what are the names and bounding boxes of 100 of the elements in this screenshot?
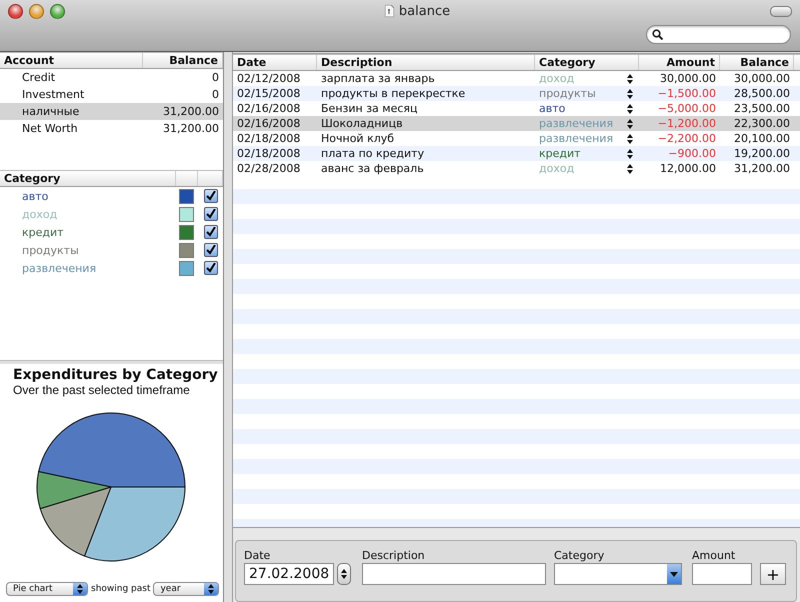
account-balance: 31,200.00	[162, 122, 220, 135]
updown-arrows-icon	[627, 104, 633, 114]
column-header[interactable]: Balance	[143, 53, 223, 68]
date-cell-text: 02/15/2008	[236, 87, 302, 100]
account-name: наличные	[21, 105, 80, 118]
date-field[interactable]: 27.02.2008	[244, 563, 334, 585]
search-icon	[652, 29, 663, 40]
balance-cell-text: 22,300.00	[733, 117, 791, 130]
amount-cell-text: 30,000.00	[659, 72, 717, 85]
transaction-row[interactable]: 02/12/2008 зарплата за январь доход 30,000.00 30,000.00	[233, 71, 800, 86]
account-balance: 31,200.00	[162, 105, 220, 118]
column-header[interactable]: Account	[0, 53, 143, 68]
transaction-row[interactable]: 02/15/2008 продукты в перекрестке продукты −1,500.00 28,500.00	[233, 86, 800, 101]
description-cell-text: плата по кредиту	[320, 147, 426, 160]
minimize-button[interactable]	[29, 4, 44, 18]
amount-cell-text: −5,000.00	[656, 102, 717, 115]
column-header[interactable]: Category	[535, 55, 639, 70]
description-cell-text: продукты в перекрестке	[320, 87, 466, 100]
amount-cell-text: −900.00	[667, 147, 717, 160]
category-checkbox[interactable]	[204, 225, 218, 239]
date-cell-text: 02/18/2008	[236, 132, 302, 145]
column-header[interactable]: Date	[233, 55, 317, 70]
document-icon	[384, 5, 394, 17]
account-row[interactable]: наличные 31,200.00	[0, 103, 223, 120]
category-dropdown[interactable]	[554, 563, 682, 585]
category-checkbox[interactable]	[204, 261, 218, 275]
timeframe-label: showing past	[91, 584, 150, 594]
account-balance: 0	[211, 88, 220, 101]
account-balance: 0	[211, 71, 220, 84]
updown-arrows-icon	[627, 164, 633, 174]
date-cell-text: 02/16/2008	[236, 102, 302, 115]
color-swatch[interactable]	[179, 206, 194, 222]
transaction-row[interactable]: 02/18/2008 Ночной клуб развлечения −2,200.00 20,100.00	[233, 131, 800, 146]
color-swatch[interactable]	[179, 260, 194, 276]
category-name: авто	[21, 190, 50, 202]
updown-arrows-icon	[77, 584, 83, 594]
account-name: Net Worth	[21, 122, 79, 135]
balance-cell-text: 28,500.00	[733, 87, 791, 100]
category-name: развлечения	[21, 262, 98, 274]
description-cell-text: Бензин за месяц	[320, 102, 418, 115]
amount-cell-text: −2,200.00	[656, 132, 717, 145]
color-swatch[interactable]	[179, 188, 194, 204]
description-label: Description	[362, 549, 426, 562]
close-button[interactable]	[8, 4, 23, 18]
updown-arrows-icon	[627, 118, 633, 128]
column-header[interactable]: Description	[317, 55, 535, 70]
category-checkbox[interactable]	[204, 189, 218, 203]
balance-cell-text: 30,000.00	[733, 72, 791, 85]
category-name: доход	[21, 208, 58, 220]
category-label: Category	[554, 549, 606, 562]
transaction-row[interactable]: 02/28/2008 аванс за февраль доход 12,000.00 31,200.00	[233, 161, 800, 176]
amount-cell-text: 12,000.00	[659, 162, 717, 175]
date-cell-text: 02/12/2008	[236, 72, 302, 85]
category-cell[interactable]: авто	[535, 102, 625, 115]
updown-arrows-icon	[208, 584, 214, 594]
balance-cell-text: 19,200.00	[733, 147, 791, 160]
color-swatch[interactable]	[179, 224, 194, 240]
date-stepper[interactable]	[337, 563, 351, 585]
transaction-row[interactable]: 02/16/2008 Шоколадницв развлечения −1,200.00 22,300.00	[233, 116, 800, 131]
date-label: Date	[244, 549, 272, 562]
description-cell-text: Ночной клуб	[320, 132, 396, 145]
category-checkbox[interactable]	[204, 207, 218, 221]
updown-arrows-icon	[627, 88, 633, 98]
color-swatch[interactable]	[179, 242, 194, 258]
balance-cell-text: 31,200.00	[733, 162, 791, 175]
updown-arrows-icon	[627, 134, 633, 144]
category-name: кредит	[21, 226, 65, 238]
account-name: Investment	[21, 88, 86, 101]
zoom-button[interactable]	[50, 4, 65, 18]
date-cell-text: 02/16/2008	[236, 117, 302, 130]
amount-cell-text: −1,500.00	[656, 87, 717, 100]
description-cell-text: зарплата за январь	[320, 72, 436, 85]
amount-label: Amount	[692, 549, 736, 562]
category-cell[interactable]: продукты	[535, 87, 625, 100]
amount-field[interactable]	[692, 563, 752, 585]
search-field[interactable]	[646, 25, 791, 44]
category-checkbox[interactable]	[204, 243, 218, 257]
window-title: balance	[398, 4, 450, 18]
description-field[interactable]	[362, 563, 546, 585]
period-dropdown[interactable]: year	[153, 582, 220, 596]
toolbar-toggle-button[interactable]	[770, 6, 792, 16]
transaction-row[interactable]: 02/18/2008 плата по кредиту кредит −900.00 19,200.00	[233, 146, 800, 161]
add-button[interactable]: +	[760, 563, 786, 585]
transaction-row[interactable]: 02/16/2008 Бензин за месяц авто −5,000.00 23,500.00	[233, 101, 800, 116]
date-cell-text: 02/28/2008	[236, 162, 302, 175]
column-header[interactable]: Amount	[639, 55, 720, 70]
updown-arrows-icon	[627, 74, 633, 84]
account-name: Credit	[21, 71, 56, 84]
category-name: продукты	[21, 244, 80, 256]
chart-type-dropdown[interactable]: Pie chart	[6, 582, 88, 596]
description-cell-text: Шоколадницв	[320, 117, 404, 130]
date-cell-text: 02/18/2008	[236, 147, 302, 160]
chart-title: Expenditures by Category	[13, 367, 219, 383]
updown-arrows-icon	[341, 569, 347, 579]
updown-arrows-icon	[627, 148, 633, 158]
column-header[interactable]: Balance	[720, 55, 794, 70]
balance-cell-text: 20,100.00	[733, 132, 791, 145]
amount-cell-text: −1,200.00	[656, 117, 717, 130]
category-cell[interactable]: кредит	[535, 147, 625, 160]
chart-subtitle: Over the past selected timeframe	[13, 383, 191, 397]
